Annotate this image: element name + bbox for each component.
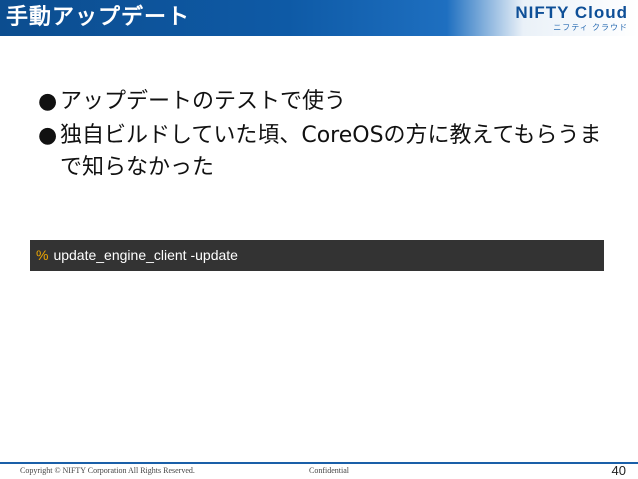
copyright-text: Copyright © NIFTY Corporation All Rights…: [20, 466, 195, 475]
bullet-text: 独自ビルドしていた頃、CoreOSの方に教えてもらうまで知らなかった: [60, 123, 602, 180]
list-item: ● アップデートのテストで使う: [34, 86, 614, 118]
bullet-list: ● アップデートのテストで使う ● 独自ビルドしていた頃、CoreOSの方に教え…: [34, 86, 614, 186]
bullet-text: アップデートのテストで使う: [60, 89, 347, 114]
confidential-label: Confidential: [309, 466, 349, 475]
page-title: 手動アップデート: [6, 5, 191, 30]
footer: Copyright © NIFTY Corporation All Rights…: [0, 462, 638, 479]
nifty-cloud-logo: NIFTY Cloud ニフティ クラウド: [515, 3, 628, 33]
header-bar: 手動アップデート NIFTY Cloud ニフティ クラウド: [0, 0, 638, 36]
command-prompt: %: [36, 247, 49, 263]
bullet-icon: ●: [38, 123, 58, 148]
logo-subtext: ニフティ クラウド: [553, 23, 628, 32]
slide: 手動アップデート NIFTY Cloud ニフティ クラウド ● アップデートの…: [0, 0, 638, 479]
command-bar: % update_engine_client -update: [30, 240, 604, 271]
list-item: ● 独自ビルドしていた頃、CoreOSの方に教えてもらうまで知らなかった: [34, 120, 614, 184]
logo-wordmark: NIFTY Cloud: [515, 3, 628, 22]
command-text: update_engine_client -update: [53, 247, 238, 263]
page-number: 40: [611, 463, 626, 478]
bullet-icon: ●: [38, 89, 58, 114]
